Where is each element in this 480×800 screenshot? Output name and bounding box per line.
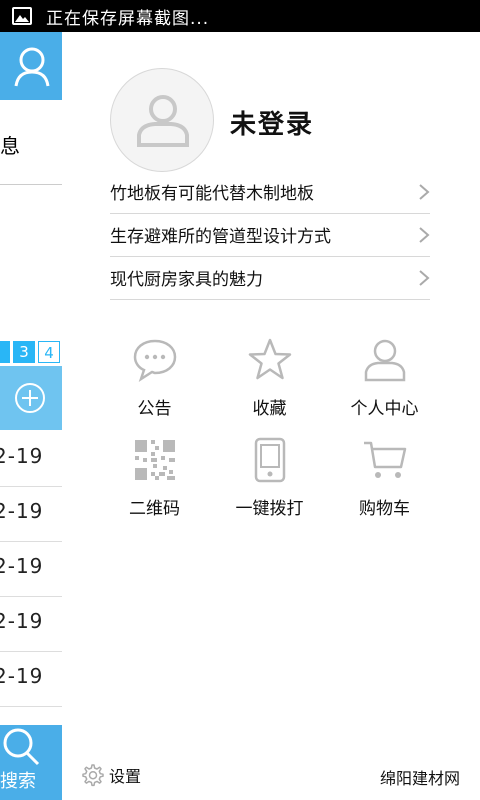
list-item[interactable]: 2-19 [0,652,62,707]
chevron-right-icon [419,269,430,286]
news-item[interactable]: 生存避难所的管道型设计方式 [110,213,430,257]
side-menu: 未登录 竹地板有可能代替木制地板 生存避难所的管道型设计方式 现代厨房家具的魅力… [62,32,480,800]
list-item[interactable]: 2-19 [0,597,62,652]
image-icon [12,7,32,25]
news-title: 生存避难所的管道型设计方式 [110,227,331,247]
avatar-person-icon [137,95,189,147]
pager-page-3[interactable]: 3 [13,341,35,363]
pager-page-4[interactable]: 4 [38,341,60,363]
profile-button[interactable]: 个人中心 [327,332,442,422]
menu-footer: 设置 绵阳建材网 [62,760,480,800]
list-item-date: 2-19 [0,499,44,523]
avatar[interactable] [110,68,214,172]
pager-page-prev[interactable] [0,341,10,363]
login-status[interactable]: 未登录 [230,104,314,141]
qrcode-button[interactable]: 二维码 [97,432,212,522]
list-item-date: 2-19 [0,609,44,633]
qrcode-label: 二维码 [129,499,180,519]
pager: 3 4 [0,341,62,363]
settings-label: 设置 [109,767,142,786]
list-item-date: 2-19 [0,444,44,468]
search-icon [3,728,40,766]
list-item-date: 2-19 [0,664,44,688]
user-icon [14,47,50,87]
news-item[interactable]: 现代厨房家具的魅力 [110,256,430,300]
status-text: 正在保存屏幕截图... [46,8,210,29]
chevron-right-icon [419,183,430,200]
cart-label: 购物车 [359,499,410,519]
list-item[interactable]: 2-19 [0,432,62,487]
brand-name: 绵阳建材网 [379,769,460,788]
star-icon [248,338,292,380]
notice-button[interactable]: 公告 [97,332,212,422]
info-tab[interactable]: 息 [0,102,62,185]
info-label: 息 [0,134,20,158]
list-item[interactable]: 2-19 [0,487,62,542]
chevron-right-icon [419,226,430,243]
phone-icon [254,437,286,483]
gear-icon [82,764,104,787]
settings-button[interactable]: 设置 [79,762,141,788]
cart-icon [364,441,407,478]
status-bar: 正在保存屏幕截图... [0,0,480,32]
search-button[interactable]: 搜索 [0,725,62,800]
background-page: 息 3 4 2-19 2-19 2-19 2-19 2-19 搜索 [0,32,62,800]
news-title: 现代厨房家具的魅力 [110,270,263,290]
cart-button[interactable]: 购物车 [327,432,442,522]
search-label: 搜索 [0,771,36,792]
call-label: 一键拨打 [235,499,304,519]
list-item-date: 2-19 [0,554,44,578]
profile-label: 个人中心 [350,399,419,419]
person-icon [364,339,406,382]
notice-label: 公告 [137,399,172,419]
chat-bubble-icon [133,339,177,382]
news-title: 竹地板有可能代替木制地板 [110,184,314,204]
list-item[interactable]: 2-19 [0,542,62,597]
favorites-button[interactable]: 收藏 [212,332,327,422]
favorites-label: 收藏 [252,399,287,419]
add-button[interactable] [0,366,62,430]
news-item[interactable]: 竹地板有可能代替木制地板 [110,170,430,214]
call-button[interactable]: 一键拨打 [212,432,327,522]
user-button[interactable] [0,32,62,100]
qr-code-icon [135,440,175,480]
plus-circle-icon [15,383,45,413]
